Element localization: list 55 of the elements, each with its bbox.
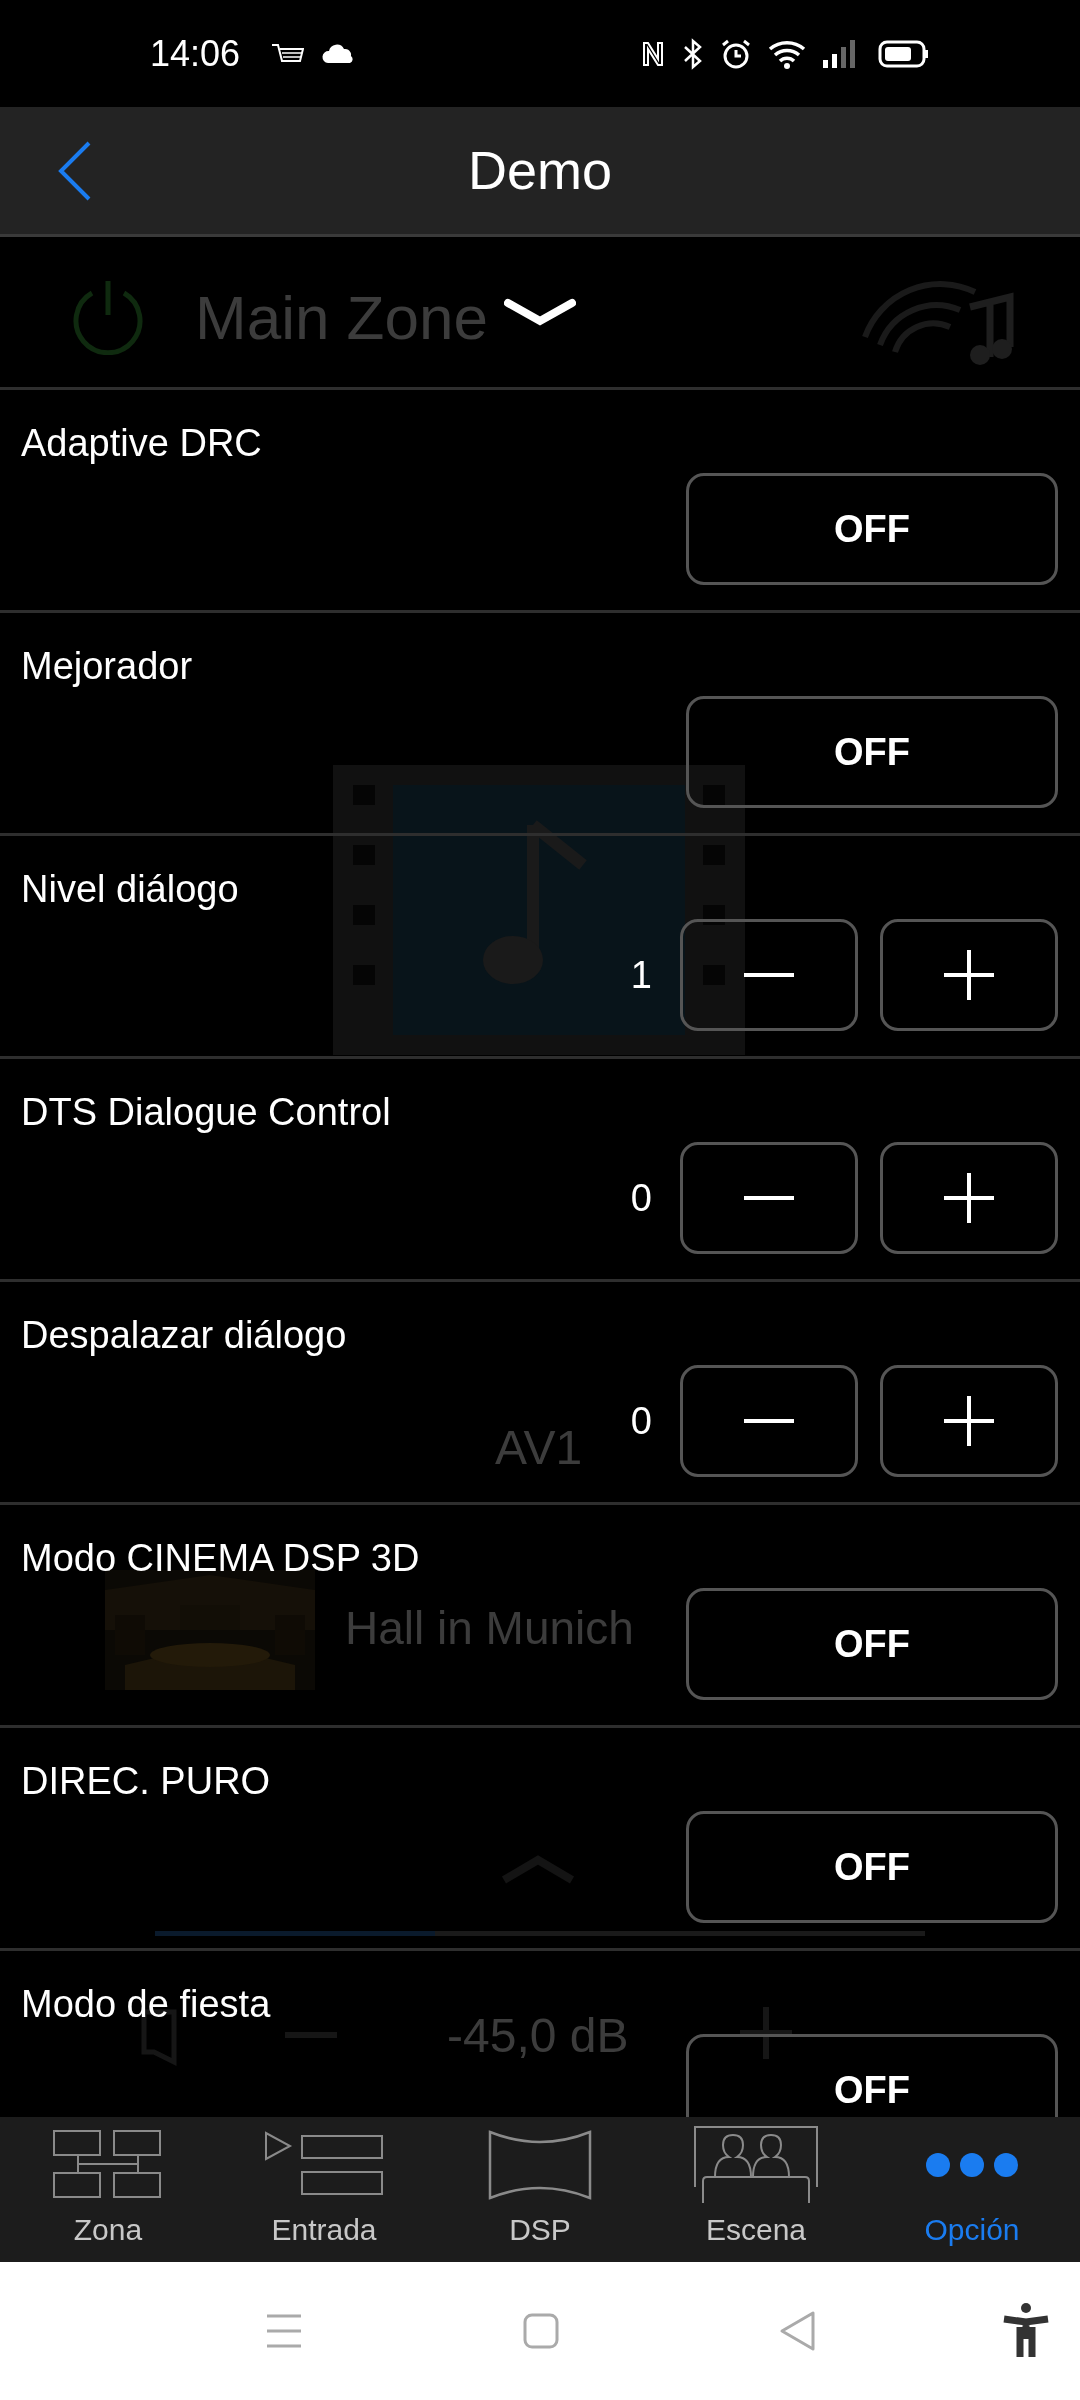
minus-icon: [744, 1196, 794, 1200]
signal-icon: [822, 37, 858, 70]
setting-label: Adaptive DRC: [21, 421, 262, 466]
theater-audience-icon: [693, 2125, 819, 2205]
tab[interactable]: DSP: [432, 2117, 648, 2262]
increase-button[interactable]: [880, 1142, 1058, 1254]
plus-icon: [944, 1396, 994, 1446]
setting-label: Nivel diálogo: [21, 867, 239, 912]
tab[interactable]: Escena: [648, 2117, 864, 2262]
decrease-button[interactable]: [680, 1365, 858, 1477]
tab[interactable]: Zona: [0, 2117, 216, 2262]
chevron-down-icon: [504, 298, 576, 326]
minus-icon: [744, 973, 794, 977]
volume-level: -45,0 dB: [447, 2012, 629, 2060]
plus-icon: [740, 2007, 792, 2059]
input-name: AV1: [495, 1424, 583, 1472]
decrease-button[interactable]: [680, 1142, 858, 1254]
increase-button[interactable]: [880, 919, 1058, 1031]
menu-icon[interactable]: [265, 2313, 303, 2349]
plus-icon: [944, 950, 994, 1000]
tab[interactable]: Opción: [864, 2117, 1080, 2262]
setting-label: Mejorador: [21, 644, 193, 689]
increase-button[interactable]: [880, 1365, 1058, 1477]
more-dots-icon: [924, 2151, 1020, 2179]
battery-icon: [878, 38, 930, 69]
setting-label: Modo CINEMA DSP 3D: [21, 1536, 420, 1581]
setting-label: Modo de fiesta: [21, 1982, 271, 2027]
setting-value: 0: [630, 1398, 652, 1444]
toggle-button[interactable]: OFF: [686, 473, 1058, 585]
decrease-button[interactable]: [680, 919, 858, 1031]
bluetooth-icon: [682, 37, 704, 70]
setting-label: DIREC. PURO: [21, 1759, 271, 1804]
toggle-button[interactable]: OFF: [686, 696, 1058, 808]
zone-name: Main Zone: [195, 287, 488, 349]
accessibility-icon[interactable]: [1002, 2303, 1050, 2359]
setting-value: 1: [630, 952, 652, 998]
toggle-button[interactable]: OFF: [686, 1588, 1058, 1700]
plus-icon: [944, 1173, 994, 1223]
minus-icon: [744, 1419, 794, 1423]
power-icon: [70, 279, 146, 355]
setting-label: Despalazar diálogo: [21, 1313, 347, 1358]
back-icon: [58, 140, 92, 201]
tab[interactable]: Entrada: [216, 2117, 432, 2262]
status-time: 14:06: [150, 31, 241, 76]
setting-value: 0: [630, 1175, 652, 1221]
setting-label: DTS Dialogue Control: [21, 1090, 391, 1135]
zone-grid-icon: [53, 2130, 163, 2200]
screen-title: Demo: [467, 139, 612, 202]
program-name: Hall in Munich: [345, 1605, 634, 1651]
film-music-icon: [333, 765, 745, 1055]
curved-screen-icon: [488, 2130, 592, 2200]
alarm-icon: [720, 37, 752, 70]
toggle-button[interactable]: OFF: [686, 1811, 1058, 1923]
back-nav-icon[interactable]: [779, 2310, 817, 2352]
home-icon[interactable]: [523, 2313, 559, 2349]
